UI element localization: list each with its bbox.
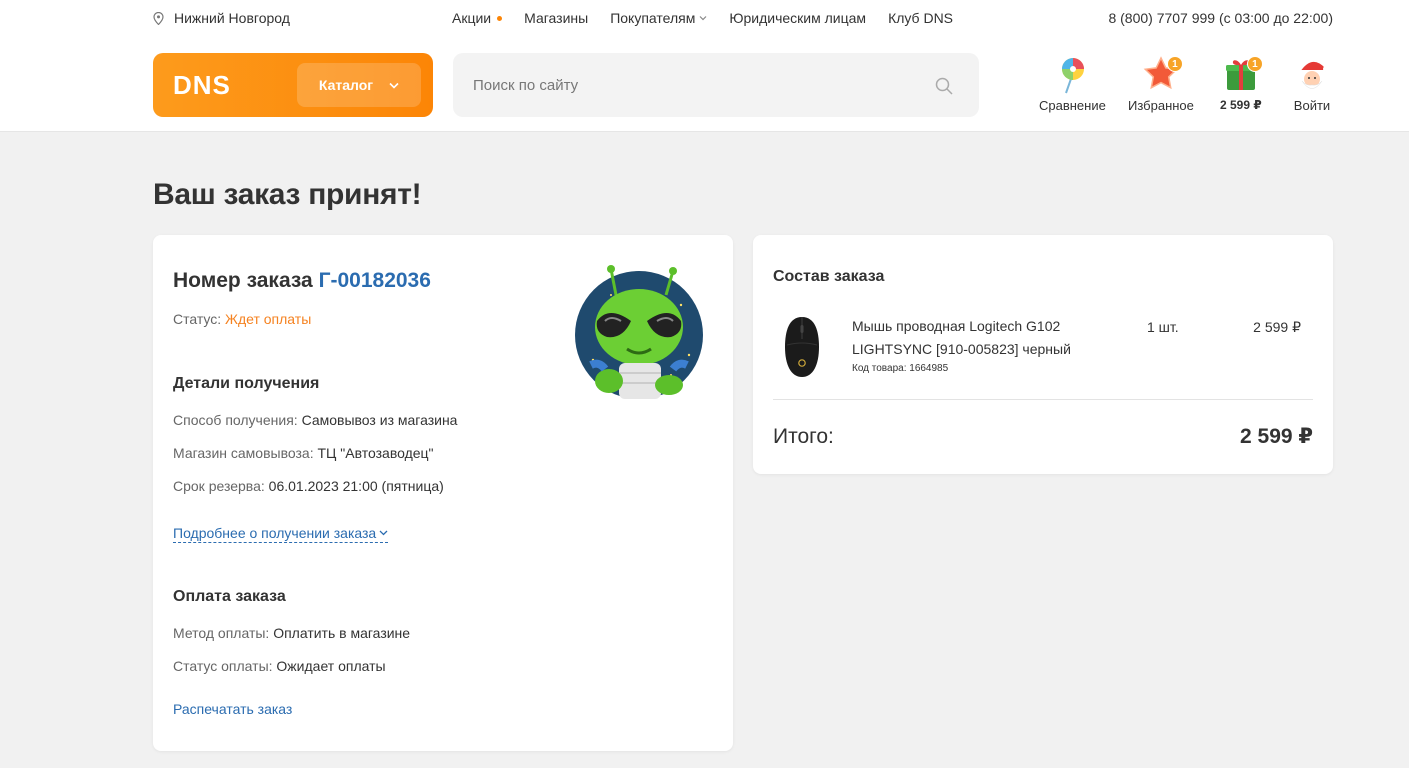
compare-lollipop-icon bbox=[1062, 58, 1085, 94]
order-details-card: Номер заказа Г-00182036 Статус: Ждет опл… bbox=[153, 235, 733, 751]
delivery-more-link-label: Подробнее о получении заказа bbox=[173, 525, 377, 541]
payment-method-row: Метод оплаты: Оплатить в магазине bbox=[173, 625, 410, 641]
logo-catalog-block: DNS Каталог bbox=[153, 53, 433, 117]
product-name[interactable]: Мышь проводная Logitech G102 LIGHTSYNC [… bbox=[852, 315, 1112, 361]
chevron-down-icon bbox=[379, 530, 388, 536]
order-composition-card: Состав заказа Мышь проводная Logitech G1… bbox=[753, 235, 1333, 474]
nav-item-dns-club[interactable]: Клуб DNS bbox=[888, 10, 953, 26]
login-label: Войти bbox=[1293, 98, 1331, 113]
product-code: Код товара: 1664985 bbox=[852, 363, 949, 374]
favorites-label: Избранное bbox=[1128, 98, 1194, 113]
santa-avatar-icon bbox=[1299, 61, 1329, 89]
composition-title: Состав заказа bbox=[773, 268, 885, 285]
chevron-down-icon bbox=[699, 16, 707, 21]
compare-button[interactable]: Сравнение bbox=[1039, 54, 1106, 113]
pickup-store-row: Магазин самовывоза: ТЦ "Автозаводец" bbox=[173, 445, 434, 461]
alien-mascot-icon bbox=[575, 265, 703, 399]
order-status-label: Статус: bbox=[173, 311, 222, 327]
row-value: ТЦ "Автозаводец" bbox=[317, 445, 434, 461]
logo-text: DNS bbox=[173, 72, 231, 98]
total-value: 2 599 ₽ bbox=[1240, 425, 1313, 448]
search-icon[interactable] bbox=[935, 77, 953, 95]
nav-item-promotions[interactable]: Акции bbox=[452, 10, 503, 26]
catalog-button[interactable]: Каталог bbox=[297, 63, 421, 107]
delivery-details-title: Детали получения bbox=[173, 375, 320, 392]
row-label: Способ получения: bbox=[173, 412, 298, 428]
order-number-heading: Номер заказа Г-00182036 bbox=[173, 269, 431, 293]
product-quantity: 1 шт. bbox=[1147, 319, 1179, 335]
nav-item-customers[interactable]: Покупателям bbox=[610, 10, 707, 26]
order-status: Статус: Ждет оплаты bbox=[173, 311, 311, 327]
city-selector[interactable]: Нижний Новгород bbox=[153, 10, 290, 26]
compare-label: Сравнение bbox=[1039, 98, 1106, 113]
nav-item-label: Акции bbox=[452, 10, 492, 26]
print-order-link[interactable]: Распечатать заказ bbox=[173, 701, 292, 717]
top-nav: Акции Магазины Покупателям Юридическим л… bbox=[452, 10, 953, 26]
nav-item-stores[interactable]: Магазины bbox=[524, 10, 588, 26]
order-status-value: Ждет оплаты bbox=[225, 311, 312, 327]
reserve-deadline-row: Срок резерва: 06.01.2023 21:00 (пятница) bbox=[173, 478, 444, 494]
top-bar: Нижний Новгород Акции Магазины Покупател… bbox=[0, 0, 1409, 38]
payment-title: Оплата заказа bbox=[173, 588, 286, 605]
phone-number[interactable]: 8 (800) 7707 999 (с 03:00 до 22:00) bbox=[1108, 10, 1333, 26]
dns-logo[interactable]: DNS bbox=[173, 72, 253, 98]
nav-item-label: Юридическим лицам bbox=[729, 10, 867, 26]
search-input[interactable] bbox=[453, 53, 979, 117]
favorites-button[interactable]: 1 Избранное bbox=[1128, 54, 1194, 113]
location-pin-icon bbox=[153, 11, 164, 25]
new-dot-indicator bbox=[497, 15, 503, 21]
order-number-value[interactable]: Г-00182036 bbox=[319, 269, 431, 292]
product-price: 2 599 ₽ bbox=[1253, 319, 1301, 335]
login-button[interactable]: Войти bbox=[1292, 54, 1332, 113]
site-header: Нижний Новгород Акции Магазины Покупател… bbox=[0, 0, 1409, 132]
chevron-down-icon bbox=[389, 82, 399, 89]
nav-item-label: Магазины bbox=[524, 10, 589, 26]
nav-item-label: Клуб DNS bbox=[888, 10, 954, 26]
total-label: Итого: bbox=[773, 425, 834, 448]
row-value: 06.01.2023 21:00 (пятница) bbox=[268, 478, 444, 494]
nav-item-label: Покупателям bbox=[610, 10, 696, 26]
page-title: Ваш заказ принят! bbox=[153, 178, 422, 211]
row-value: Оплатить в магазине bbox=[273, 625, 411, 641]
delivery-more-link[interactable]: Подробнее о получении заказа bbox=[173, 525, 389, 543]
payment-status-row: Статус оплаты: Ожидает оплаты bbox=[173, 658, 386, 674]
city-name: Нижний Новгород bbox=[174, 10, 290, 26]
row-label: Статус оплаты: bbox=[173, 658, 273, 674]
favorites-icon-wrap: 1 bbox=[1141, 54, 1183, 94]
cart-button[interactable]: 1 2 599 ₽ bbox=[1220, 54, 1263, 112]
row-label: Метод оплаты: bbox=[173, 625, 270, 641]
row-value: Ожидает оплаты bbox=[276, 658, 386, 674]
divider bbox=[773, 399, 1313, 400]
cart-icon-wrap: 1 bbox=[1221, 54, 1263, 94]
row-label: Магазин самовывоза: bbox=[173, 445, 314, 461]
row-value: Самовывоз из магазина bbox=[301, 412, 458, 428]
nav-item-business[interactable]: Юридическим лицам bbox=[729, 10, 866, 26]
row-label: Срок резерва: bbox=[173, 478, 265, 494]
delivery-method-row: Способ получения: Самовывоз из магазина bbox=[173, 412, 457, 428]
cart-count-badge: 1 bbox=[1246, 56, 1263, 72]
search-bar bbox=[453, 53, 979, 117]
order-number-label: Номер заказа bbox=[173, 269, 313, 292]
product-image-mouse[interactable] bbox=[781, 315, 823, 379]
catalog-button-label: Каталог bbox=[318, 77, 374, 93]
favorites-count-badge: 1 bbox=[1166, 56, 1183, 72]
cart-total-label: 2 599 ₽ bbox=[1220, 98, 1262, 112]
